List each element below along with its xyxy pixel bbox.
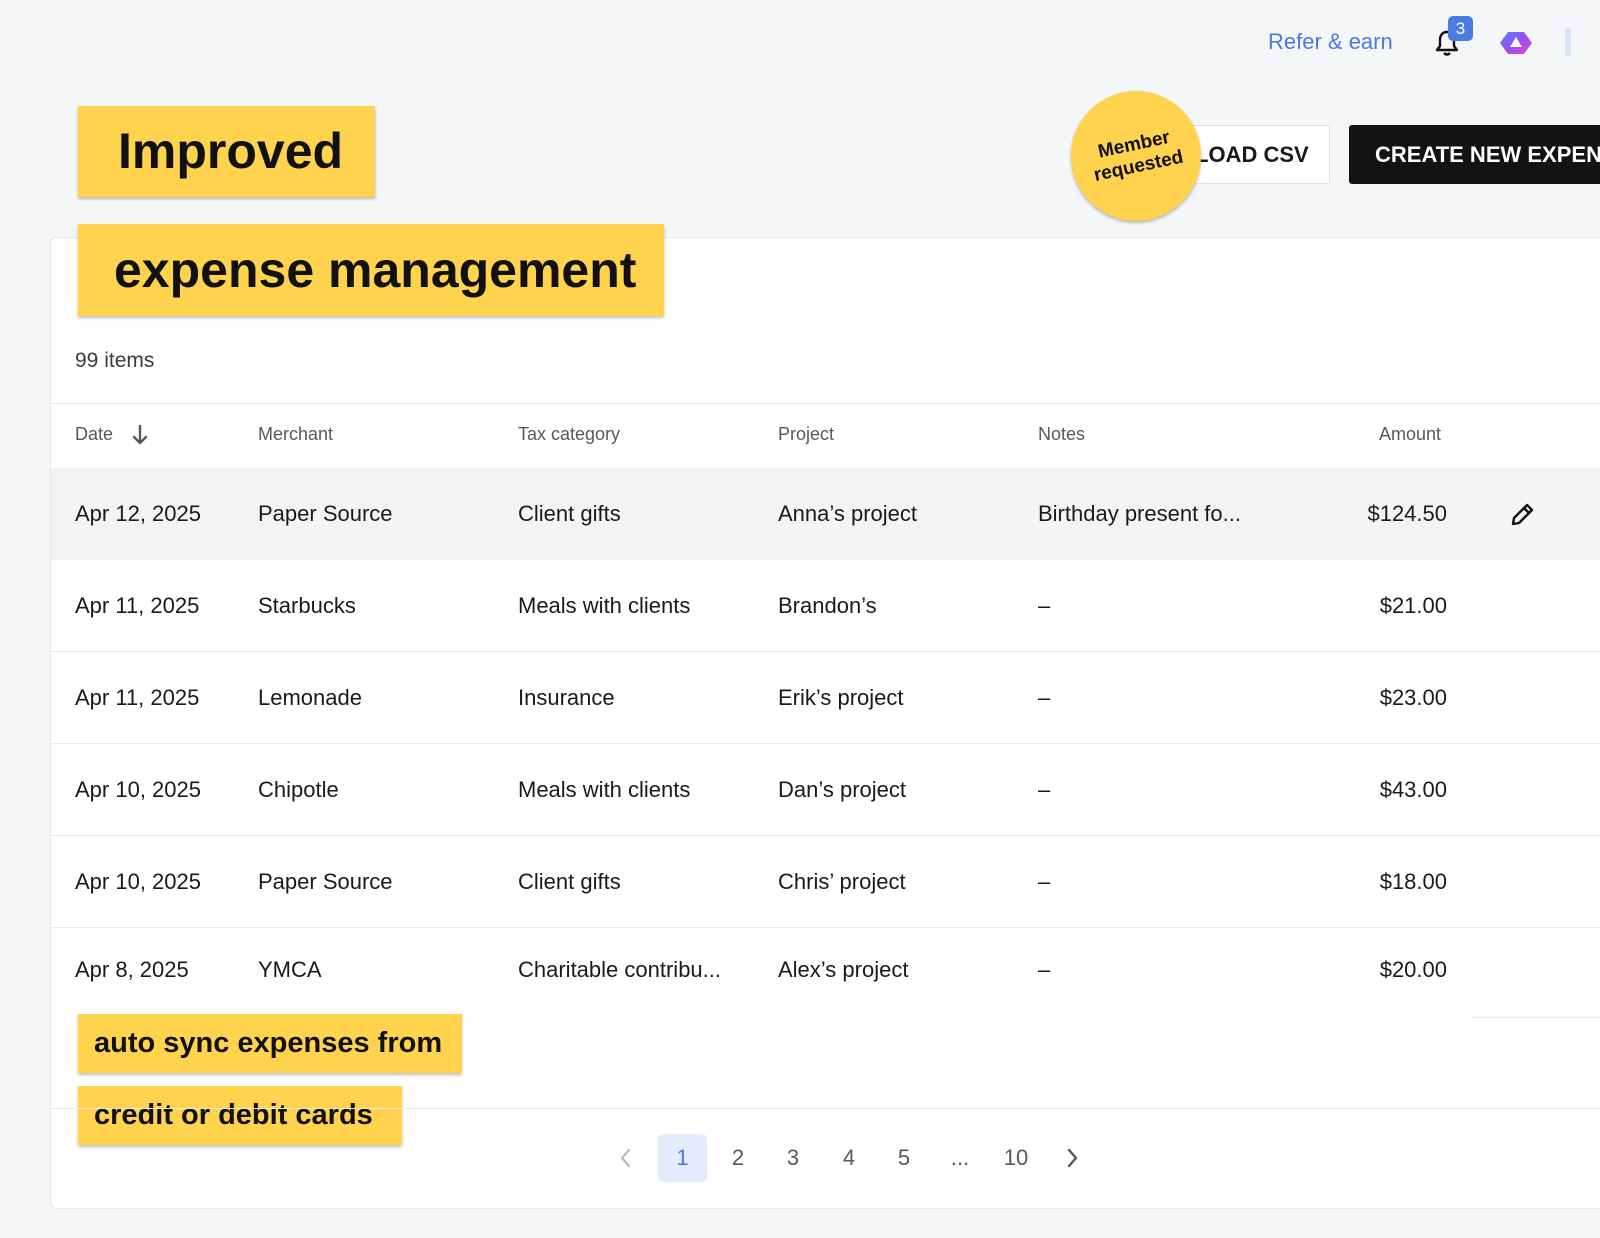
- cell-project: Anna’s project: [778, 501, 918, 526]
- refer-and-earn-link[interactable]: Refer & earn: [1268, 29, 1393, 55]
- page-button-1[interactable]: 1: [658, 1134, 707, 1182]
- column-header-project[interactable]: Project: [778, 424, 834, 445]
- cell-notes: Birthday present fo...: [1038, 501, 1241, 526]
- cell-tax-category: Client gifts: [518, 501, 621, 526]
- table-row[interactable]: Apr 10, 2025 Chipotle Meals with clients…: [51, 744, 1600, 836]
- cell-date: Apr 12, 2025: [75, 501, 201, 526]
- footer-divider: [51, 1108, 1600, 1109]
- caption-credit-debit-cards: credit or debit cards: [78, 1086, 402, 1145]
- member-requested-badge: Member requested: [1071, 91, 1201, 221]
- cell-notes: –: [1038, 869, 1051, 894]
- cell-notes: –: [1038, 685, 1051, 710]
- cell-amount: $23.00: [1379, 685, 1447, 710]
- page-button-10[interactable]: 10: [1000, 1134, 1032, 1182]
- cell-date: Apr 10, 2025: [75, 777, 201, 802]
- cell-tax-category: Charitable contribu...: [518, 957, 721, 982]
- table-row[interactable]: Apr 11, 2025 Starbucks Meals with client…: [51, 560, 1600, 652]
- cell-project: Erik’s project: [778, 685, 904, 710]
- chevron-left-icon[interactable]: [614, 1146, 638, 1170]
- cell-date: Apr 11, 2025: [75, 685, 200, 710]
- page-ellipsis: ...: [950, 1145, 970, 1170]
- chevron-right-icon[interactable]: [1060, 1146, 1084, 1170]
- cell-date: Apr 8, 2025: [75, 957, 189, 982]
- row-divider: [1472, 1017, 1600, 1018]
- cell-project: Chris’ project: [778, 869, 906, 894]
- page-button-4[interactable]: 4: [837, 1134, 861, 1182]
- table-row[interactable]: Apr 11, 2025 Lemonade Insurance Erik’s p…: [51, 652, 1600, 744]
- arrow-down-icon[interactable]: [131, 424, 149, 446]
- pencil-icon[interactable]: [1509, 500, 1537, 528]
- cell-project: Dan’s project: [778, 777, 906, 802]
- avatar[interactable]: [1498, 30, 1534, 56]
- column-header-tax-category[interactable]: Tax category: [518, 424, 620, 445]
- notification-count-badge: 3: [1448, 16, 1473, 41]
- cell-tax-category: Meals with clients: [518, 593, 691, 618]
- page-button-3[interactable]: 3: [781, 1134, 805, 1182]
- items-count: 99 items: [75, 349, 155, 372]
- cell-merchant: Starbucks: [258, 593, 356, 618]
- cell-notes: –: [1038, 957, 1051, 982]
- cell-merchant: Chipotle: [258, 777, 339, 802]
- table-row[interactable]: Apr 12, 2025 Paper Source Client gifts A…: [51, 468, 1600, 560]
- cell-notes: –: [1038, 593, 1051, 618]
- cell-merchant: Lemonade: [258, 685, 362, 710]
- cell-amount: $124.50: [1367, 501, 1447, 526]
- cell-merchant: Paper Source: [258, 501, 393, 526]
- cell-tax-category: Insurance: [518, 685, 615, 710]
- page-button-5[interactable]: 5: [892, 1134, 916, 1182]
- column-header-merchant[interactable]: Merchant: [258, 424, 333, 445]
- headline-expense-management: expense management: [78, 224, 664, 316]
- cell-merchant: YMCA: [258, 957, 322, 982]
- cell-merchant: Paper Source: [258, 869, 393, 894]
- column-header-notes[interactable]: Notes: [1038, 424, 1085, 445]
- page-button-2[interactable]: 2: [726, 1134, 750, 1182]
- cell-project: Alex’s project: [778, 957, 909, 982]
- cell-amount: $21.00: [1379, 593, 1447, 618]
- caption-auto-sync: auto sync expenses from: [78, 1014, 462, 1073]
- column-header-amount[interactable]: Amount: [1379, 424, 1441, 445]
- cell-tax-category: Meals with clients: [518, 777, 691, 802]
- headline-improved: Improved: [78, 106, 375, 197]
- cell-amount: $20.00: [1379, 957, 1447, 982]
- cell-tax-category: Client gifts: [518, 869, 621, 894]
- table-row[interactable]: Apr 8, 2025 YMCA Charitable contribu... …: [51, 924, 1600, 1016]
- cell-date: Apr 11, 2025: [75, 593, 200, 618]
- header-divider: [51, 403, 1600, 404]
- create-new-expense-button[interactable]: CREATE NEW EXPENSE: [1349, 125, 1600, 184]
- table-row[interactable]: Apr 10, 2025 Paper Source Client gifts C…: [51, 836, 1600, 928]
- cell-amount: $18.00: [1379, 869, 1447, 894]
- cell-notes: –: [1038, 777, 1051, 802]
- cell-amount: $43.00: [1379, 777, 1447, 802]
- edge-indicator: [1565, 28, 1571, 56]
- column-header-date[interactable]: Date: [75, 424, 113, 445]
- cell-project: Brandon’s: [778, 593, 877, 618]
- cell-date: Apr 10, 2025: [75, 869, 201, 894]
